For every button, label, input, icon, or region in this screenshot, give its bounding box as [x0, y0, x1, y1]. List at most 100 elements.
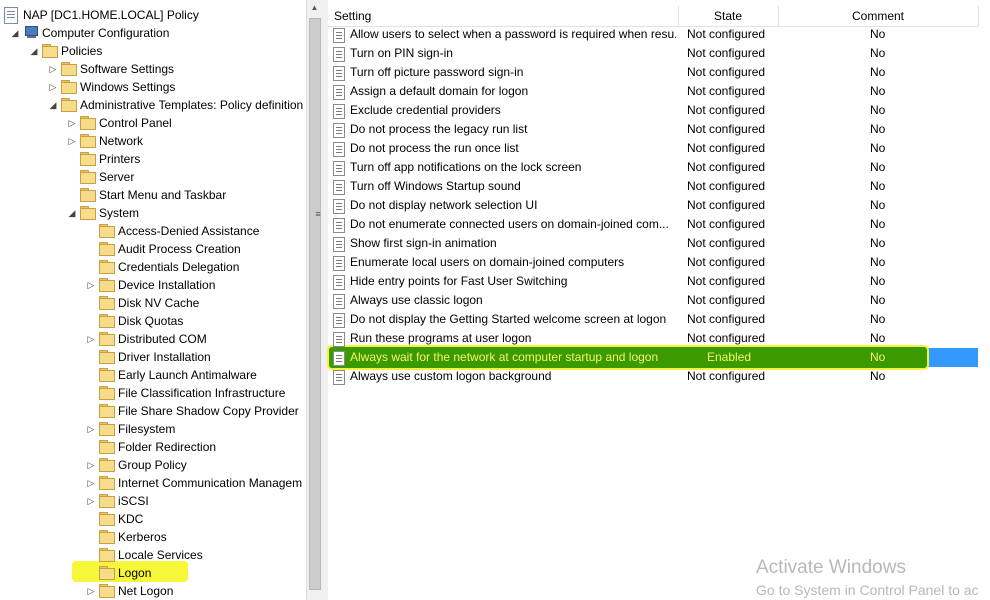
expand-arrow-icon[interactable]: ▷ — [86, 420, 96, 438]
folder-icon — [99, 512, 115, 526]
expand-arrow-icon[interactable]: ▷ — [86, 456, 96, 474]
table-row[interactable]: Do not display network selection UI Not c… — [328, 196, 990, 215]
table-row[interactable]: Exclude credential providers Not configur… — [328, 101, 990, 120]
tree-scrollbar[interactable]: ▲ ≡ — [306, 0, 322, 600]
tree-item-label: Server — [99, 170, 135, 184]
tree-item-label: Device Installation — [118, 278, 216, 292]
collapse-arrow-icon[interactable]: ◢ — [10, 24, 20, 42]
table-row[interactable]: Show first sign-in animation Not configur… — [328, 234, 990, 253]
table-row[interactable]: Run these programs at user logon Not conf… — [328, 329, 990, 348]
table-row[interactable]: Hide entry points for Fast User Switchin… — [328, 272, 990, 291]
folder-icon — [99, 332, 115, 346]
tree-pane: NAP [DC1.HOME.LOCAL] Policy ◢ Computer Con… — [0, 0, 306, 600]
row-setting: Show first sign-in animation — [350, 236, 497, 250]
policy-setting-icon — [333, 161, 345, 176]
folder-icon — [99, 404, 115, 418]
tree-item-label: System — [99, 206, 140, 220]
tree-item-label: Early Launch Antimalware — [118, 368, 257, 382]
table-row[interactable]: Turn on PIN sign-in Not configured No — [328, 44, 990, 63]
policy-doc-icon — [4, 7, 18, 24]
expand-arrow-icon[interactable]: ▷ — [86, 330, 96, 348]
folder-icon — [80, 152, 96, 166]
row-setting: Do not display network selection UI — [350, 198, 538, 212]
policy-setting-icon — [333, 28, 345, 43]
policy-setting-icon — [333, 275, 345, 290]
expand-arrow-icon[interactable]: ▷ — [48, 60, 58, 78]
tree-item-label: Driver Installation — [118, 350, 211, 364]
table-row[interactable]: Always use classic logon Not configured No — [328, 291, 990, 310]
tree-item-label: Filesystem — [118, 422, 176, 436]
table-row[interactable]: Do not process the legacy run list Not co… — [328, 120, 990, 139]
row-comment: No — [870, 141, 886, 155]
row-state: Not configured — [687, 122, 766, 136]
folder-icon — [99, 386, 115, 400]
row-state: Not configured — [687, 179, 766, 193]
table-row[interactable]: Turn off picture password sign-in Not con… — [328, 63, 990, 82]
row-setting: Exclude credential providers — [350, 103, 501, 117]
expand-arrow-icon[interactable]: ▷ — [86, 492, 96, 510]
tree-item-label: Disk Quotas — [118, 314, 184, 328]
settings-list: Setting State Comment Allow users to sel… — [328, 0, 990, 600]
collapse-arrow-icon[interactable]: ◢ — [67, 204, 77, 222]
column-header-state[interactable]: State — [678, 6, 779, 26]
expand-arrow-icon[interactable]: ▷ — [86, 474, 96, 492]
column-header-comment[interactable]: Comment — [778, 6, 979, 26]
row-comment: No — [870, 179, 886, 193]
row-state: Not configured — [687, 160, 766, 174]
tree-item-label: KDC — [118, 512, 144, 526]
table-row[interactable]: Do not enumerate connected users on doma… — [328, 215, 990, 234]
row-comment: No — [870, 350, 886, 364]
row-comment: No — [870, 27, 886, 41]
policy-setting-icon — [333, 47, 345, 62]
tree-item-label: Policies — [61, 44, 103, 58]
table-row[interactable]: Do not process the run once list Not conf… — [328, 139, 990, 158]
row-setting: Turn off app notifications on the lock s… — [350, 160, 582, 174]
row-setting: Always wait for the network at computer … — [350, 350, 659, 364]
row-state: Not configured — [687, 369, 766, 383]
table-row[interactable]: Do not display the Getting Started welco… — [328, 310, 990, 329]
table-row[interactable]: Turn off app notifications on the lock s… — [328, 158, 990, 177]
column-header-setting[interactable]: Setting — [328, 6, 679, 26]
table-row-selected[interactable]: Always wait for the network at computer … — [328, 348, 990, 367]
folder-icon — [99, 278, 115, 292]
row-setting: Do not display the Getting Started welco… — [350, 312, 667, 326]
table-row[interactable]: Enumerate local users on domain-joined c… — [328, 253, 990, 272]
folder-icon — [99, 350, 115, 364]
tree-item-label: Locale Services — [118, 548, 203, 562]
column-header-setting-label: Setting — [334, 9, 372, 23]
tree-item-label: Computer Configuration — [42, 26, 170, 40]
expand-arrow-icon[interactable]: ▷ — [48, 78, 58, 96]
row-comment: No — [870, 274, 886, 288]
folder-icon — [80, 116, 96, 130]
row-state: Not configured — [687, 141, 766, 155]
table-row[interactable]: Turn off Windows Startup sound Not config… — [328, 177, 990, 196]
expand-arrow-icon[interactable]: ▷ — [86, 276, 96, 294]
policy-setting-icon — [333, 199, 345, 214]
policy-setting-icon — [333, 237, 345, 252]
folder-icon — [80, 188, 96, 202]
tree-item-label: Distributed COM — [118, 332, 207, 346]
row-setting: Turn off picture password sign-in — [350, 65, 524, 79]
collapse-arrow-icon[interactable]: ◢ — [48, 96, 58, 114]
policy-setting-icon — [333, 351, 345, 366]
table-row[interactable]: Allow users to select when a password is… — [328, 25, 990, 44]
tree-item-label: Audit Process Creation — [118, 242, 241, 256]
tree-item-label: iSCSI — [118, 494, 149, 508]
row-comment: No — [870, 331, 886, 345]
folder-icon — [61, 98, 77, 112]
row-state: Not configured — [687, 217, 766, 231]
scrollbar-thumb[interactable]: ≡ — [309, 18, 321, 590]
tree-item-label: Kerberos — [118, 530, 167, 544]
expand-arrow-icon[interactable]: ▷ — [86, 582, 96, 600]
scrollbar-grip-icon: ≡ — [315, 209, 321, 219]
table-row[interactable]: Assign a default domain for logon Not con… — [328, 82, 990, 101]
folder-icon — [80, 134, 96, 148]
row-state: Not configured — [687, 27, 766, 41]
policy-setting-icon — [333, 370, 345, 385]
folder-icon — [61, 62, 77, 76]
expand-arrow-icon[interactable]: ▷ — [67, 132, 77, 150]
collapse-arrow-icon[interactable]: ◢ — [29, 42, 39, 60]
scroll-up-icon[interactable]: ▲ — [307, 0, 322, 16]
table-row[interactable]: Always use custom logon background Not co… — [328, 367, 990, 386]
expand-arrow-icon[interactable]: ▷ — [67, 114, 77, 132]
